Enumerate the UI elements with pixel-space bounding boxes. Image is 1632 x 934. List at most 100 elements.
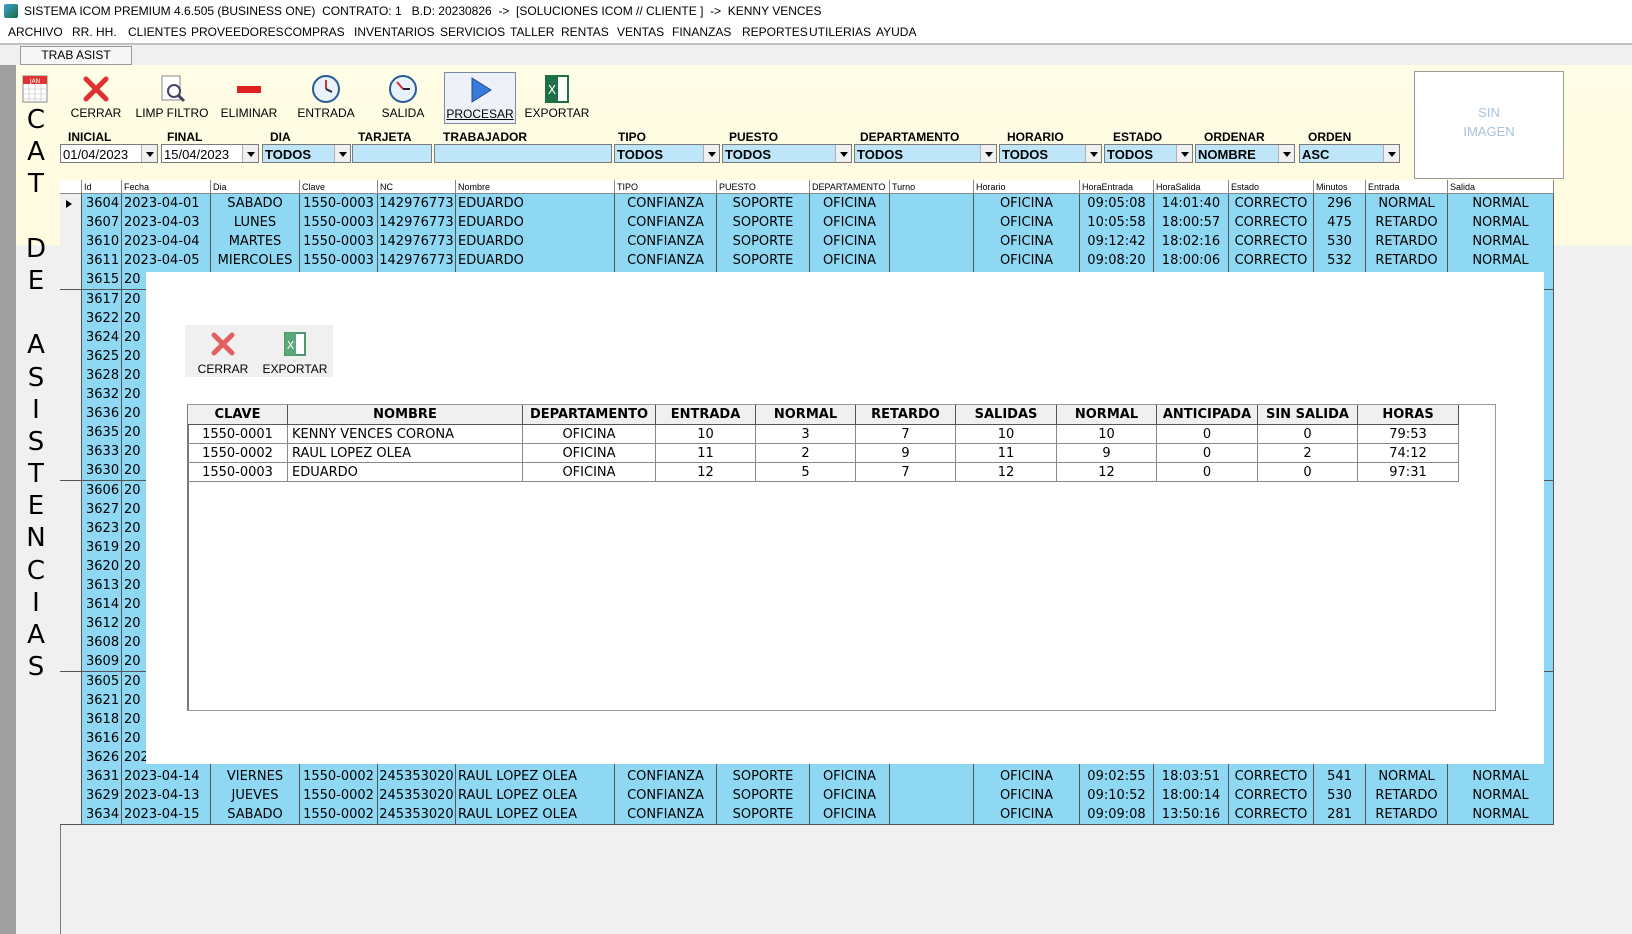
grid-header-minutos[interactable]: Minutos (1314, 180, 1366, 194)
grid-header-turno[interactable]: Turno (890, 180, 974, 194)
row-selector[interactable] (60, 633, 82, 654)
estado-select[interactable]: TODOS (1104, 144, 1193, 163)
chevron-down-icon[interactable] (1085, 145, 1101, 162)
menu-compras[interactable]: COMPRAS (284, 22, 345, 43)
menu-finanzas[interactable]: FINANZAS (672, 22, 731, 43)
grid-header-dia[interactable]: Dia (211, 180, 300, 194)
grid-header-horasalida[interactable]: HoraSalida (1154, 180, 1229, 194)
row-selector[interactable] (60, 308, 82, 329)
row-selector[interactable] (60, 251, 82, 272)
chevron-down-icon[interactable] (334, 145, 350, 162)
grid-header-clave[interactable]: Clave (300, 180, 378, 194)
row-selector[interactable] (60, 499, 82, 520)
table-row[interactable]: 3631 2023-04-14 VIERNES 1550-0002 245353020 R… (60, 767, 1554, 787)
row-selector[interactable] (60, 385, 82, 405)
grid-header-salida[interactable]: Salida (1448, 180, 1554, 194)
departamento-select[interactable]: TODOS (854, 144, 997, 163)
grid-header-estado[interactable]: Estado (1229, 180, 1314, 194)
row-selector[interactable] (60, 213, 82, 234)
row-selector[interactable] (60, 614, 82, 635)
row-selector[interactable] (60, 480, 82, 501)
menu-reportes[interactable]: REPORTES (742, 22, 808, 43)
table-row[interactable]: 3604 2023-04-01 SABADO 1550-0003 142976773 ED… (60, 194, 1554, 214)
eliminar-button[interactable]: ELIMINAR (218, 72, 280, 122)
row-selector[interactable] (60, 690, 82, 711)
grid-header-id[interactable]: Id (82, 180, 122, 194)
table-row[interactable]: 3610 2023-04-04 MARTES 1550-0003 142976773 ED… (60, 232, 1554, 253)
chevron-down-icon[interactable] (1383, 145, 1399, 162)
summary-header-salidas[interactable]: SALIDAS (956, 405, 1057, 425)
row-selector[interactable] (60, 289, 82, 310)
row-selector[interactable] (60, 327, 82, 348)
puesto-select[interactable]: TODOS (722, 144, 852, 163)
entrada-button[interactable]: ENTRADA (294, 72, 358, 122)
row-selector[interactable] (60, 537, 82, 558)
menu-clientes[interactable]: CLIENTES (128, 22, 187, 43)
grid-header-entrada[interactable]: Entrada (1366, 180, 1448, 194)
row-selector[interactable] (60, 442, 82, 463)
chevron-down-icon[interactable] (1278, 145, 1294, 162)
row-selector[interactable] (60, 595, 82, 616)
grid-header-tipo[interactable]: TIPO (615, 180, 717, 194)
row-selector[interactable] (60, 556, 82, 577)
cerrar-button[interactable]: CERRAR (68, 72, 124, 122)
row-selector[interactable] (60, 671, 82, 692)
row-selector[interactable] (60, 346, 82, 367)
menu-utilerias[interactable]: UTILERIAS (809, 22, 871, 43)
menu-ayuda[interactable]: AYUDA (876, 22, 916, 43)
summary-cerrar-button[interactable]: CERRAR (187, 325, 259, 377)
exportar-button[interactable]: X EXPORTAR (524, 72, 590, 122)
procesar-button[interactable]: PROCESAR (444, 72, 516, 124)
horario-select[interactable]: TODOS (999, 144, 1102, 163)
chevron-down-icon[interactable] (141, 145, 157, 162)
grid-header-nombre[interactable]: Nombre (456, 180, 615, 194)
row-selector[interactable] (60, 805, 82, 826)
salida-button[interactable]: SALIDA (374, 72, 432, 122)
row-selector[interactable] (60, 728, 82, 749)
ordenar-select[interactable]: NOMBRE (1195, 144, 1295, 163)
summary-header-sin-salida[interactable]: SIN SALIDA (1258, 405, 1358, 425)
row-selector[interactable] (60, 747, 82, 768)
summary-header-horas[interactable]: HORAS (1358, 405, 1459, 425)
menu-rentas[interactable]: RENTAS (561, 22, 609, 43)
grid-header-nc[interactable]: NC (378, 180, 456, 194)
row-selector[interactable] (60, 786, 82, 807)
tab-trab-asist[interactable]: TRAB ASIST (20, 46, 132, 65)
row-selector[interactable] (60, 518, 82, 539)
row-selector[interactable] (60, 194, 82, 214)
dia-select[interactable]: TODOS (262, 144, 351, 163)
summary-header-entrada[interactable]: ENTRADA (656, 405, 756, 425)
limp-filtro-button[interactable]: LIMP FILTRO (134, 72, 210, 122)
chevron-down-icon[interactable] (980, 145, 996, 162)
final-date-picker[interactable]: 15/04/2023 (161, 144, 259, 163)
row-selector[interactable] (60, 767, 82, 787)
menu-taller[interactable]: TALLER (510, 22, 554, 43)
summary-header-normal[interactable]: NORMAL (756, 405, 856, 425)
summary-header-retardo[interactable]: RETARDO (856, 405, 956, 425)
grid-header-fecha[interactable]: Fecha (122, 180, 211, 194)
summary-header-nombre[interactable]: NOMBRE (288, 405, 523, 425)
tarjeta-input[interactable] (352, 144, 432, 163)
menu-inventarios[interactable]: INVENTARIOS (354, 22, 434, 43)
row-selector[interactable] (60, 232, 82, 253)
summary-header-departamento[interactable]: DEPARTAMENTO (523, 405, 656, 425)
menu-servicios[interactable]: SERVICIOS (440, 22, 505, 43)
orden-select[interactable]: ASC (1299, 144, 1400, 163)
summary-header-clave[interactable]: CLAVE (188, 405, 288, 425)
row-selector[interactable] (60, 652, 82, 673)
chevron-down-icon[interactable] (835, 145, 851, 162)
table-row[interactable]: 3634 2023-04-15 SABADO 1550-0002 245353020 RA… (60, 805, 1554, 826)
menu-rrhh[interactable]: RR. HH. (72, 22, 117, 43)
table-row[interactable]: 3611 2023-04-05 MIERCOLES 1550-0003 14297677… (60, 251, 1554, 272)
tipo-select[interactable]: TODOS (614, 144, 720, 163)
chevron-down-icon[interactable] (242, 145, 258, 162)
inicial-date-picker[interactable]: 01/04/2023 (60, 144, 158, 163)
grid-header-puesto[interactable]: PUESTO (717, 180, 810, 194)
row-selector[interactable] (60, 404, 82, 425)
row-selector[interactable] (60, 461, 82, 482)
row-selector[interactable] (60, 423, 82, 444)
menu-ventas[interactable]: VENTAS (617, 22, 664, 43)
chevron-down-icon[interactable] (703, 145, 719, 162)
row-selector[interactable] (60, 365, 82, 386)
trabajador-input[interactable] (434, 144, 612, 163)
